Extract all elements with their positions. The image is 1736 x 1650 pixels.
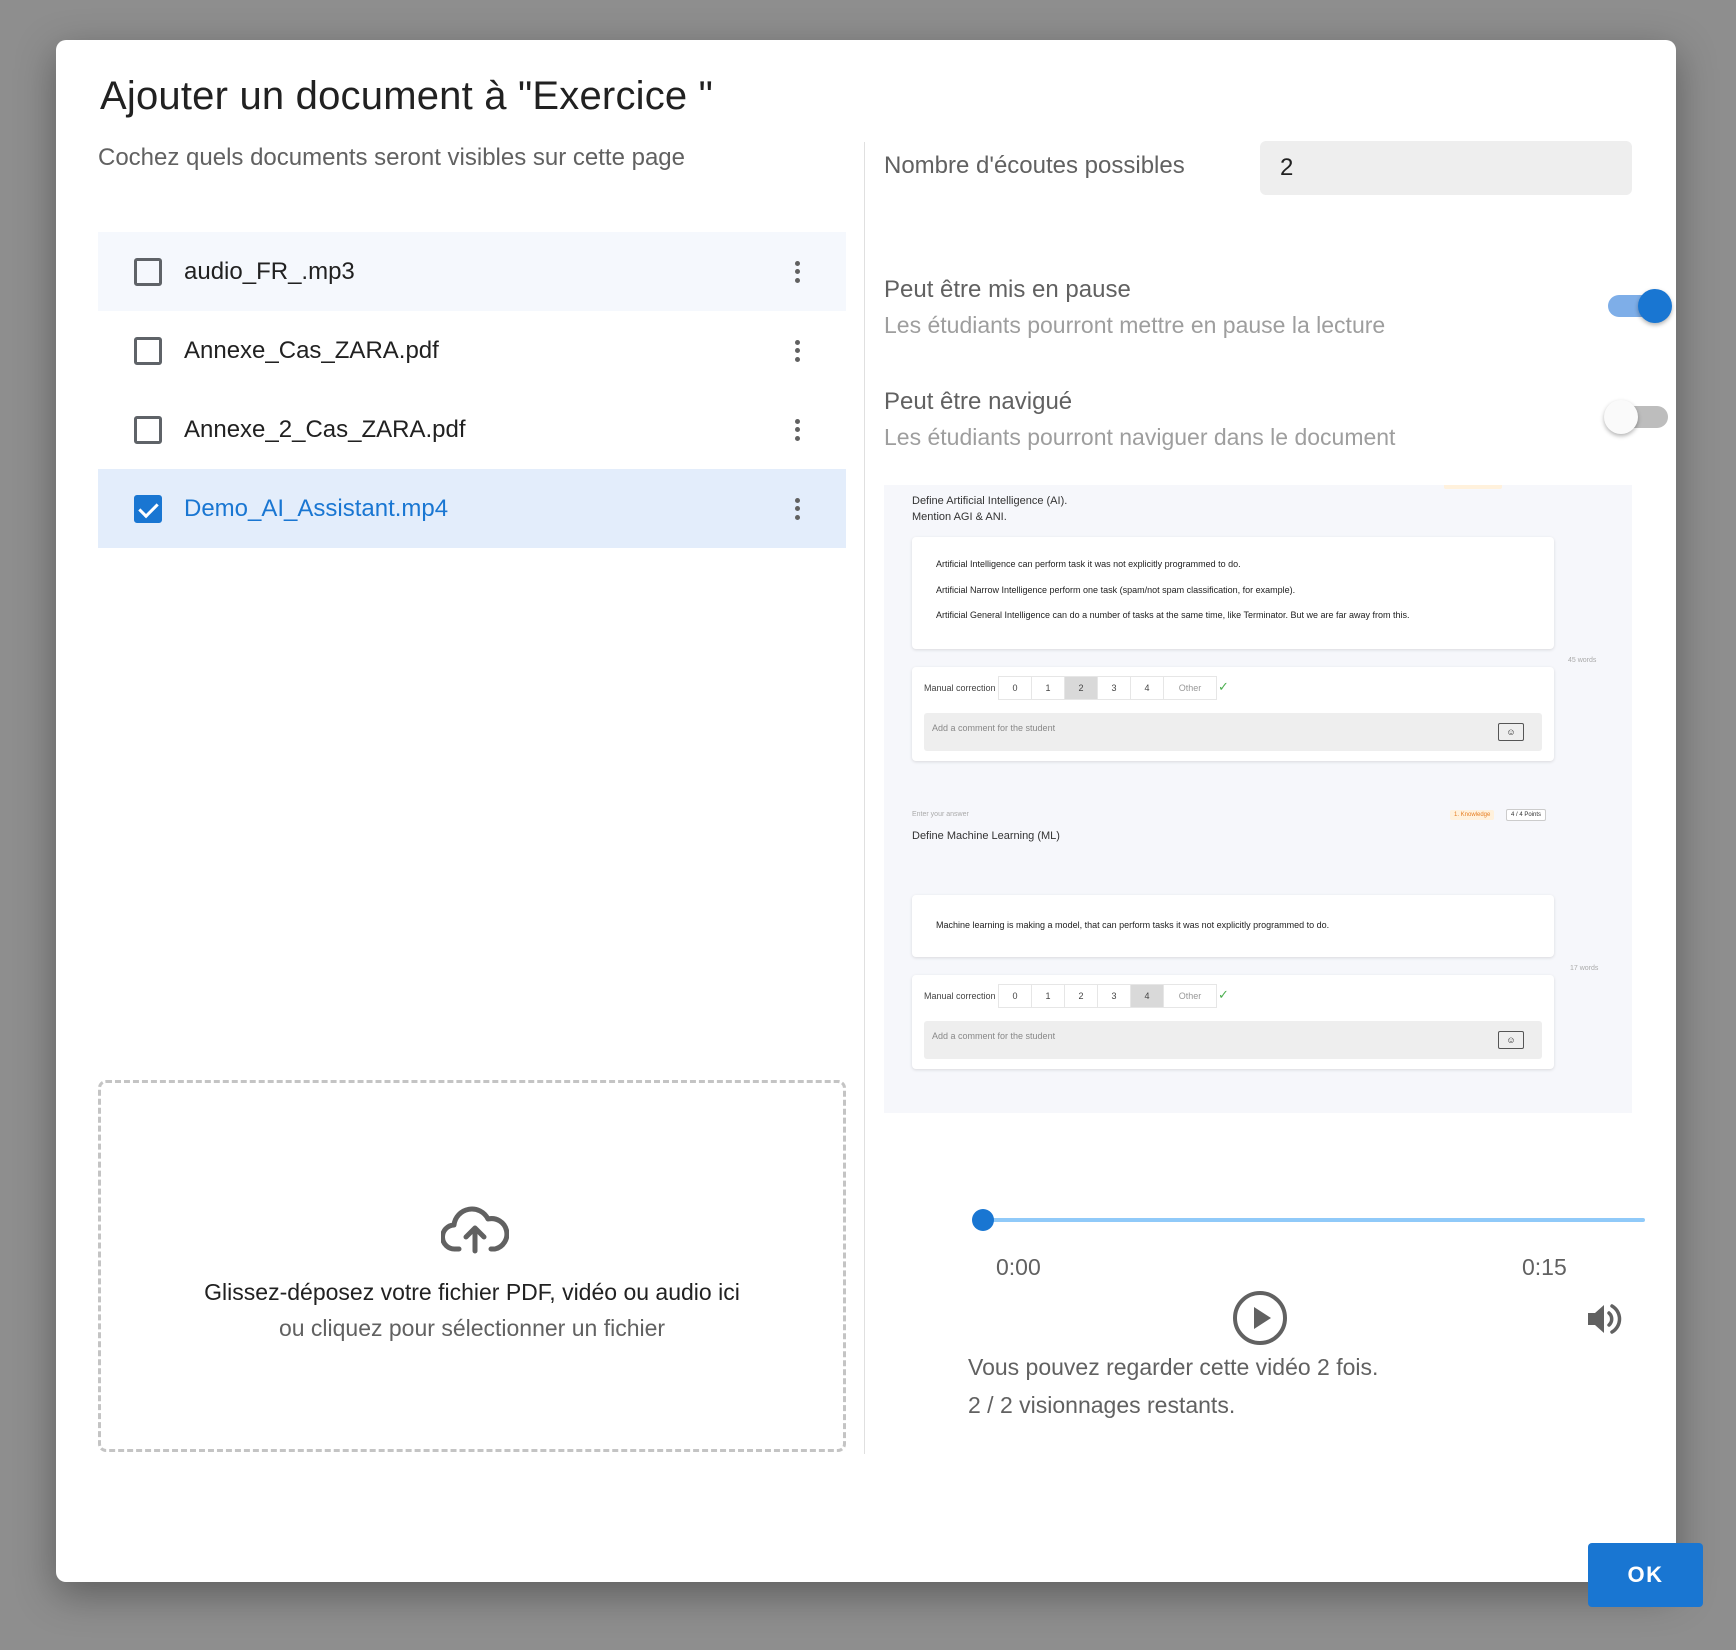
more-vert-icon[interactable] bbox=[794, 260, 800, 283]
seek-thumb[interactable] bbox=[972, 1209, 994, 1231]
file-item[interactable]: Annexe_Cas_ZARA.pdf bbox=[98, 311, 846, 390]
preview-score-selected: 4 bbox=[1131, 985, 1164, 1007]
file-checkbox[interactable] bbox=[134, 336, 162, 365]
more-vert-icon[interactable] bbox=[794, 339, 800, 362]
preview-q2-points: 4 / 4 Points bbox=[1506, 809, 1547, 821]
add-document-dialog: Ajouter un document à "Exercice " Cochez… bbox=[56, 40, 1703, 1607]
preview-q1-answer-card: Artificial Intelligence can perform task… bbox=[912, 537, 1554, 649]
views-info: Vous pouvez regarder cette vidéo 2 fois. bbox=[968, 1354, 1379, 1380]
preview-q2-hint: Enter your answer bbox=[912, 811, 969, 818]
plays-input[interactable] bbox=[1260, 141, 1632, 195]
preview-comment-placeholder: Add a comment for the student bbox=[932, 1031, 1056, 1041]
file-checkbox-checked[interactable] bbox=[134, 494, 162, 523]
dialog-subtitle: Cochez quels documents seront visibles s… bbox=[98, 144, 685, 171]
preview-answer-line: Artificial General Intelligence can do a… bbox=[936, 610, 1410, 620]
preview-score-selected: 2 bbox=[1065, 677, 1098, 699]
preview-q1-prompt: Define Artificial Intelligence (AI). bbox=[912, 495, 1068, 507]
preview-score: Other bbox=[1178, 991, 1202, 1001]
preview-q2-words: 17 words bbox=[1570, 965, 1599, 972]
file-item[interactable]: audio_FR_.mp3 bbox=[98, 232, 846, 311]
file-name: Demo_AI_Assistant.mp4 bbox=[184, 494, 449, 522]
preview-score: 3 bbox=[1098, 677, 1131, 699]
preview-comment-placeholder: Add a comment for the student bbox=[932, 723, 1056, 733]
preview-answer-line: Artificial Narrow Intelligence perform o… bbox=[936, 585, 1296, 595]
preview-score-selector: 0 1 2 3 4 Other bbox=[998, 676, 1217, 700]
preview-score: 1 bbox=[1032, 985, 1065, 1007]
preview-tag-top bbox=[1444, 485, 1502, 489]
dialog-title: Ajouter un document à "Exercice " bbox=[100, 74, 714, 118]
video-preview[interactable]: Define Artificial Intelligence (AI). Men… bbox=[884, 485, 1632, 1113]
navigate-toggle[interactable] bbox=[1604, 400, 1668, 434]
preview-score: 3 bbox=[1098, 985, 1131, 1007]
plays-label: Nombre d'écoutes possibles bbox=[884, 152, 1185, 179]
cloud-upload-icon bbox=[441, 1206, 509, 1254]
more-vert-icon[interactable] bbox=[794, 497, 800, 520]
file-name: audio_FR_.mp3 bbox=[184, 257, 355, 285]
preview-manual-correction-label: Manual correction bbox=[924, 683, 996, 693]
preview-check-icon: ✓ bbox=[1218, 987, 1229, 1002]
views-remaining: 2 / 2 visionnages restants. bbox=[968, 1392, 1236, 1418]
preview-score-selector: 0 1 2 3 4 Other bbox=[998, 984, 1217, 1008]
pause-description: Les étudiants pourront mettre en pause l… bbox=[884, 312, 1386, 338]
preview-answer-line: Machine learning is making a model, that… bbox=[936, 920, 1330, 930]
preview-q2-tag: 1. Knowledge bbox=[1450, 810, 1495, 820]
pause-title: Peut être mis en pause bbox=[884, 276, 1131, 303]
file-checkbox[interactable] bbox=[134, 415, 162, 444]
preview-q2-prompt: Define Machine Learning (ML) bbox=[912, 830, 1060, 842]
preview-score: 2 bbox=[1065, 985, 1098, 1007]
preview-score: Other bbox=[1178, 683, 1202, 693]
file-item[interactable]: Demo_AI_Assistant.mp4 bbox=[98, 469, 846, 548]
preview-score: 4 bbox=[1131, 677, 1164, 699]
preview-manual-correction-label: Manual correction bbox=[924, 991, 996, 1001]
preview-q2-answer-card: Machine learning is making a model, that… bbox=[912, 895, 1554, 957]
current-time: 0:00 bbox=[996, 1254, 1041, 1280]
file-list: audio_FR_.mp3 Annexe_Cas_ZARA.pdf Annexe… bbox=[98, 232, 846, 548]
preview-q1-words: 45 words bbox=[1568, 657, 1597, 664]
preview-comment-field: Add a comment for the student ☺ bbox=[924, 713, 1542, 751]
navigate-title: Peut être navigué bbox=[884, 388, 1073, 415]
seek-bar[interactable] bbox=[983, 1218, 1645, 1222]
more-vert-icon[interactable] bbox=[794, 418, 800, 441]
preview-answer-line: Artificial Intelligence can perform task… bbox=[936, 559, 1241, 569]
file-item[interactable]: Annexe_2_Cas_ZARA.pdf bbox=[98, 390, 846, 469]
vertical-divider bbox=[864, 142, 865, 1454]
preview-q2-correction-card: Manual correction 0 1 2 3 4 Other ✓ Add … bbox=[912, 975, 1554, 1069]
dropzone-subtitle: ou cliquez pour sélectionner un fichier bbox=[278, 1315, 666, 1341]
preview-score: 0 bbox=[999, 677, 1032, 699]
play-icon[interactable] bbox=[1232, 1290, 1288, 1346]
navigate-description: Les étudiants pourront naviguer dans le … bbox=[884, 424, 1396, 450]
file-name: Annexe_2_Cas_ZARA.pdf bbox=[184, 415, 466, 443]
emoji-icon: ☺ bbox=[1498, 1031, 1524, 1049]
preview-score: 1 bbox=[1032, 677, 1065, 699]
duration-time: 0:15 bbox=[1522, 1254, 1567, 1280]
file-checkbox[interactable] bbox=[134, 257, 162, 286]
preview-q1-correction-card: Manual correction 0 1 2 3 4 Other ✓ Add … bbox=[912, 667, 1554, 761]
dropzone-title: Glissez-déposez votre fichier PDF, vidéo… bbox=[204, 1279, 740, 1305]
preview-comment-field: Add a comment for the student ☺ bbox=[924, 1021, 1542, 1059]
preview-score: 0 bbox=[999, 985, 1032, 1007]
pause-toggle[interactable] bbox=[1608, 289, 1672, 323]
file-dropzone[interactable]: Glissez-déposez votre fichier PDF, vidéo… bbox=[98, 1080, 846, 1452]
file-name: Annexe_Cas_ZARA.pdf bbox=[184, 336, 439, 364]
volume-icon[interactable] bbox=[1586, 1302, 1624, 1336]
preview-check-icon: ✓ bbox=[1218, 679, 1229, 694]
emoji-icon: ☺ bbox=[1498, 723, 1524, 741]
preview-q1-prompt2: Mention AGI & ANI. bbox=[912, 511, 1007, 523]
ok-button[interactable]: OK bbox=[1588, 1543, 1703, 1607]
